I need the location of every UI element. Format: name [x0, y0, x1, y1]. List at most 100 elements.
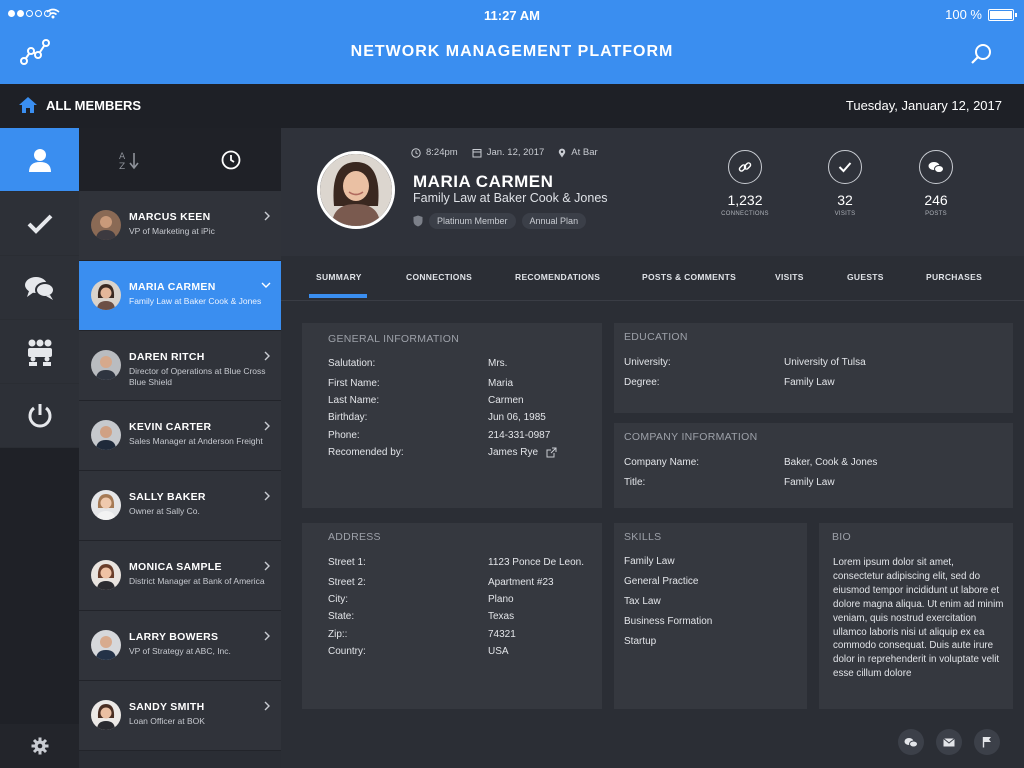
field-value: 214-331-0987 [488, 430, 551, 441]
settings-button[interactable] [0, 724, 79, 768]
stat-label: POSTS [925, 211, 947, 217]
shield-icon [413, 215, 423, 227]
nav-messages[interactable] [0, 256, 79, 320]
tab-recommendations[interactable]: RECOMENDATIONS [515, 272, 600, 282]
checkmark-icon [27, 214, 52, 234]
member-name: MARIA CARMEN [129, 281, 216, 293]
field-label: Recomended by: [328, 447, 404, 458]
field-value: Apartment #23 [488, 577, 554, 588]
search-icon[interactable] [970, 42, 994, 66]
member-role: Director of Operations at Blue Cross Blu… [129, 366, 266, 387]
nav-logout[interactable] [0, 384, 79, 448]
nav-groups[interactable] [0, 320, 79, 384]
sort-recent-button[interactable] [180, 128, 281, 191]
email-button[interactable] [936, 729, 962, 755]
gear-icon [31, 737, 48, 755]
nav-tasks[interactable] [0, 192, 79, 256]
plan-badge: Annual Plan [521, 213, 587, 229]
card-title: COMPANY INFORMATION [624, 431, 758, 443]
member-name: MARCUS KEEN [129, 211, 211, 223]
tab-visits[interactable]: VISITS [775, 272, 804, 282]
card-title: BIO [832, 531, 851, 543]
stat-value: 32 [837, 192, 853, 208]
tab-purchases[interactable]: PURCHASES [926, 272, 982, 282]
flag-button[interactable] [974, 729, 1000, 755]
avatar [91, 420, 121, 450]
skills-card: SKILLS Family Law General Practice Tax L… [614, 523, 807, 709]
member-row-sandy[interactable]: SANDY SMITH Loan Officer at BOK [79, 681, 281, 751]
stat-connections[interactable]: 1,232 CONNECTIONS [710, 150, 780, 217]
skill-item: Startup [624, 636, 657, 647]
checkin-time: 8:24pm [426, 147, 458, 158]
svg-text:Z: Z [119, 162, 125, 170]
chevron-right-icon [264, 211, 270, 221]
status-bar: 11:27 AM 100 % [0, 0, 1024, 30]
avatar [91, 630, 121, 660]
calendar-icon [472, 148, 482, 157]
skill-item: Business Formation [624, 616, 713, 627]
home-icon [19, 97, 37, 113]
skill-item: Tax Law [624, 596, 661, 607]
list-toolbar: A Z [79, 128, 281, 191]
tab-connections[interactable]: CONNECTIONS [406, 272, 472, 282]
flag-icon [982, 737, 991, 748]
member-row-marcus[interactable]: MARCUS KEEN VP of Marketing at iPic [79, 191, 281, 261]
sort-az-icon: A Z [119, 152, 139, 170]
member-row-maria[interactable]: MARIA CARMEN Family Law at Baker Cook & … [79, 261, 281, 331]
field-value: Maria [488, 378, 514, 389]
stat-value: 1,232 [727, 192, 763, 208]
field-label: Last Name: [328, 395, 380, 406]
nav-profile[interactable] [0, 128, 79, 192]
member-row-larry[interactable]: LARRY BOWERS VP of Strategy at ABC, Inc. [79, 611, 281, 681]
field-value: University of Tulsa [784, 357, 866, 368]
field-label: Zip:: [328, 629, 348, 640]
field-value: Family Law [784, 377, 835, 388]
message-button[interactable] [898, 729, 924, 755]
chevron-down-icon [261, 282, 271, 288]
clock-icon [411, 147, 421, 158]
tab-posts-comments[interactable]: POSTS & COMMENTS [642, 272, 736, 282]
breadcrumb-bar: ALL MEMBERS Tuesday, January 12, 2017 [0, 84, 1024, 128]
field-label: Birthday: [328, 412, 368, 423]
member-name: LARRY BOWERS [129, 631, 219, 643]
card-title: EDUCATION [624, 331, 688, 343]
member-role: VP of Marketing at iPic [129, 226, 215, 236]
battery-icon [988, 8, 1017, 21]
all-members-link[interactable]: ALL MEMBERS [18, 96, 141, 114]
field-label: City: [328, 594, 348, 605]
avatar [91, 210, 121, 240]
card-title: GENERAL INFORMATION [328, 333, 460, 345]
field-value: 1123 Ponce De Leon. [488, 557, 585, 568]
member-row-kevin[interactable]: KEVIN CARTER Sales Manager at Anderson F… [79, 401, 281, 471]
member-role: Owner at Sally Co. [129, 506, 200, 516]
checkin-meta: 8:24pm Jan. 12, 2017 At Bar [411, 147, 598, 158]
external-link-icon[interactable] [546, 447, 557, 458]
member-row-sally[interactable]: SALLY BAKER Owner at Sally Co. [79, 471, 281, 541]
member-row-daren[interactable]: DAREN RITCH Director of Operations at Bl… [79, 331, 281, 401]
checkin-date: Jan. 12, 2017 [486, 147, 545, 158]
bio-text: Lorem ipsum dolor sit amet, consectetur … [833, 557, 1004, 680]
recommended-by-link[interactable]: James Rye [488, 447, 538, 458]
power-icon [28, 403, 51, 427]
field-value: Mrs. [488, 358, 508, 369]
stat-posts[interactable]: 246 POSTS [901, 150, 971, 217]
field-value: Plano [488, 594, 514, 605]
field-value: Baker, Cook & Jones [784, 457, 878, 468]
skill-item: Family Law [624, 556, 675, 567]
chat-bubbles-icon [904, 737, 918, 747]
member-name: DAREN RITCH [129, 351, 205, 363]
sort-alpha-button[interactable]: A Z [79, 128, 180, 191]
stat-label: VISITS [834, 211, 856, 217]
stat-visits[interactable]: 32 VISITS [810, 150, 880, 217]
field-value: Texas [488, 611, 515, 622]
member-row-monica[interactable]: MONICA SAMPLE District Manager at Bank o… [79, 541, 281, 611]
field-label: Phone: [328, 430, 360, 441]
address-card: ADDRESS Street 1: 1123 Ponce De Leon. St… [302, 523, 602, 709]
tab-guests[interactable]: GUESTS [847, 272, 884, 282]
card-title: ADDRESS [328, 531, 381, 543]
tab-summary[interactable]: SUMMARY [316, 272, 362, 282]
field-value: USA [488, 646, 509, 657]
profile-tabs: SUMMARY CONNECTIONS RECOMENDATIONS POSTS… [281, 256, 1024, 301]
field-label: First Name: [328, 378, 380, 389]
status-time: 11:27 AM [484, 8, 540, 23]
